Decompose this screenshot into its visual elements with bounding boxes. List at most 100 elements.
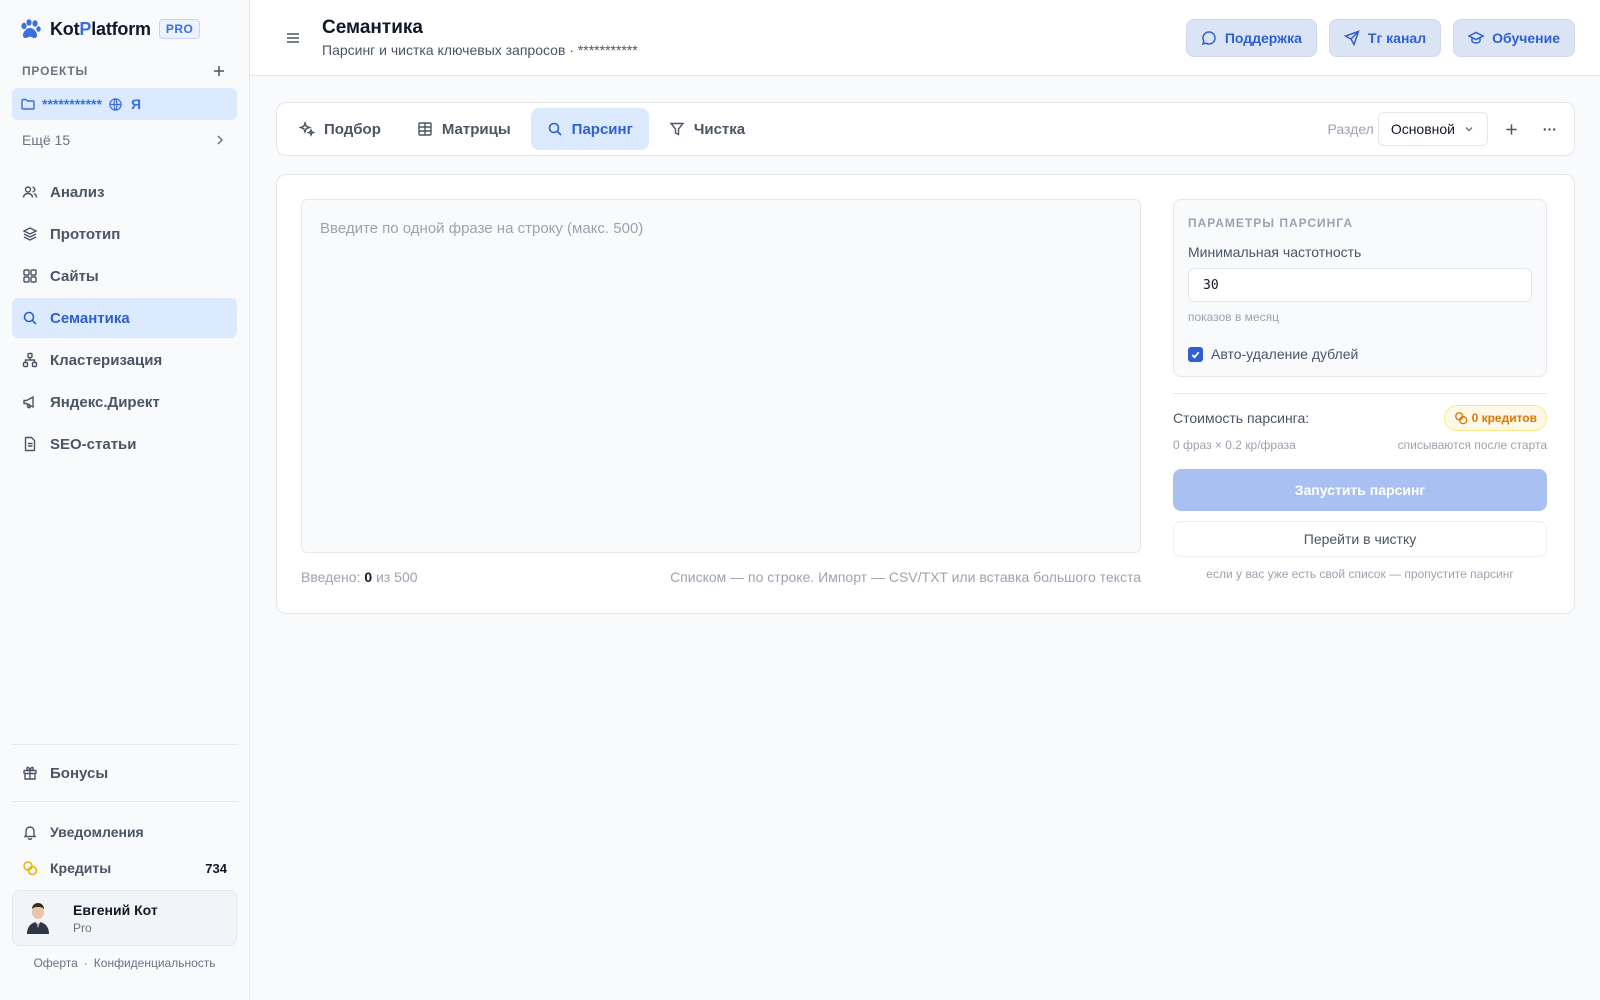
sidebar-item-label: Анализ bbox=[50, 183, 105, 201]
section-select[interactable]: Основной bbox=[1377, 112, 1488, 146]
parsing-card: Введите по одной фразе на строку (макс. … bbox=[276, 174, 1575, 614]
avatar bbox=[25, 902, 51, 934]
offer-link[interactable]: Оферта bbox=[33, 956, 77, 970]
user-card[interactable]: Евгений Кот Pro bbox=[12, 890, 237, 946]
sidebar-item-label: Яндекс.Директ bbox=[50, 393, 160, 411]
sidebar-item-bonuses[interactable]: Бонусы bbox=[12, 753, 237, 793]
start-parsing-button[interactable]: Запустить парсинг bbox=[1173, 469, 1547, 511]
add-project-icon[interactable] bbox=[211, 63, 227, 79]
min-frequency-value: 30 bbox=[1203, 277, 1219, 293]
tab-matrices[interactable]: Матрицы bbox=[401, 108, 527, 150]
add-section-button[interactable] bbox=[1492, 112, 1530, 146]
tabs-right: Раздел Основной bbox=[1328, 112, 1568, 146]
tab-parsing[interactable]: Парсинг bbox=[530, 108, 649, 150]
content: Подбор Матрицы Парсинг Чистка Раздел Осн… bbox=[250, 76, 1600, 614]
plus-icon bbox=[1505, 123, 1517, 135]
sidebar-item-clustering[interactable]: Кластеризация bbox=[12, 340, 237, 380]
footer-links: Оферта · Конфиденциальность bbox=[12, 956, 237, 970]
sidebar-item-seo-articles[interactable]: SEO-статьи bbox=[12, 424, 237, 464]
parsing-params: ПАРАМЕТРЫ ПАРСИНГА Минимальная частотнос… bbox=[1173, 199, 1547, 377]
avatar-image bbox=[27, 903, 49, 934]
learning-button[interactable]: Обучение bbox=[1453, 18, 1575, 57]
main-area: Семантика Парсинг и чистка ключевых запр… bbox=[250, 0, 1600, 1000]
more-horizontal-icon bbox=[1543, 127, 1555, 131]
projects-label: ПРОЕКТЫ bbox=[22, 64, 89, 78]
params-title: ПАРАМЕТРЫ ПАРСИНГА bbox=[1188, 216, 1353, 230]
go-to-cleaning-help: если у вас уже есть свой список — пропус… bbox=[1206, 567, 1514, 581]
dedupe-label: Авто-удаление дублей bbox=[1211, 346, 1359, 362]
project-item-active[interactable]: *********** Я bbox=[12, 88, 237, 120]
entered-count: 0 bbox=[364, 569, 373, 585]
sidebar-item-label: Бонусы bbox=[50, 764, 109, 782]
grid-icon bbox=[23, 269, 37, 283]
dedupe-option[interactable]: Авто-удаление дублей bbox=[1188, 346, 1532, 362]
cost-badge: 0 кредитов bbox=[1443, 405, 1547, 431]
app-root: KotPlatform PRO ПРОЕКТЫ *********** Я Ещ… bbox=[0, 0, 1600, 1000]
divider bbox=[1173, 393, 1547, 394]
sparkles-icon bbox=[299, 121, 315, 137]
sidebar-item-label: Кластеризация bbox=[50, 351, 163, 369]
more-projects[interactable]: Ещё 15 bbox=[12, 120, 237, 160]
textarea-footer: Введено: 0 из 500 Списком — по строке. И… bbox=[301, 569, 1141, 585]
user-info: Евгений Кот Pro bbox=[73, 902, 158, 935]
search-engine-badge: Я bbox=[130, 96, 141, 112]
logo[interactable]: KotPlatform PRO bbox=[12, 0, 237, 58]
dedupe-checkbox[interactable] bbox=[1188, 346, 1203, 362]
min-frequency-input[interactable]: 30 bbox=[1188, 268, 1532, 302]
cluster-icon bbox=[22, 352, 38, 368]
cost-details: 0 фраз × 0.2 кр/фраза списываются после … bbox=[1173, 438, 1547, 452]
hamburger-menu-icon[interactable] bbox=[284, 29, 302, 47]
credits-item[interactable]: Кредиты 734 bbox=[12, 850, 237, 886]
project-name: *********** bbox=[42, 96, 102, 112]
support-label: Поддержка bbox=[1224, 29, 1302, 46]
pro-badge: PRO bbox=[158, 19, 201, 39]
privacy-link[interactable]: Конфиденциальность bbox=[94, 956, 216, 970]
tab-label: Матрицы bbox=[441, 120, 511, 138]
sidebar-item-sites[interactable]: Сайты bbox=[12, 256, 237, 296]
sidebar-bottom: Бонусы Уведомления Кредиты 734 Евгений К… bbox=[12, 744, 237, 970]
go-to-cleaning-button[interactable]: Перейти в чистку bbox=[1173, 521, 1547, 557]
sidebar-item-analysis[interactable]: Анализ bbox=[12, 172, 237, 212]
tab-label: Чистка bbox=[693, 120, 746, 138]
cost-row: Стоимость парсинга: 0 кредитов bbox=[1173, 405, 1547, 431]
cost-note: списываются после старта bbox=[1397, 438, 1547, 452]
notifications-label: Уведомления bbox=[50, 824, 144, 840]
search-icon bbox=[548, 122, 562, 136]
more-projects-label: Ещё 15 bbox=[22, 132, 71, 148]
cost-formula: 0 фраз × 0.2 кр/фраза bbox=[1173, 438, 1296, 452]
learning-label: Обучение bbox=[1492, 29, 1560, 46]
checkmark-icon bbox=[1191, 351, 1200, 359]
sidebar-item-yandex-direct[interactable]: Яндекс.Директ bbox=[12, 382, 237, 422]
gift-icon bbox=[23, 766, 37, 780]
chevron-down-icon bbox=[1465, 127, 1473, 132]
layers-icon bbox=[22, 227, 38, 241]
graduation-cap-icon bbox=[1468, 31, 1485, 44]
tab-label: Парсинг bbox=[571, 120, 633, 138]
document-icon bbox=[24, 436, 36, 452]
folder-icon bbox=[21, 98, 35, 110]
title-block: Семантика Парсинг и чистка ключевых запр… bbox=[322, 17, 638, 58]
cost-label: Стоимость парсинга: bbox=[1173, 410, 1310, 426]
notifications-item[interactable]: Уведомления bbox=[12, 814, 237, 850]
tab-selection[interactable]: Подбор bbox=[283, 108, 397, 150]
more-options-button[interactable] bbox=[1530, 112, 1568, 146]
projects-header: ПРОЕКТЫ bbox=[12, 59, 237, 83]
telegram-label: Tг канал bbox=[1367, 29, 1427, 46]
textarea-placeholder: Введите по одной фразе на строку (макс. … bbox=[320, 220, 644, 237]
sidebar-item-prototype[interactable]: Прототип bbox=[12, 214, 237, 254]
support-button[interactable]: Поддержка bbox=[1185, 18, 1317, 57]
sidebar-item-semantics[interactable]: Семантика bbox=[12, 298, 237, 338]
divider bbox=[12, 744, 237, 745]
megaphone-icon bbox=[23, 395, 34, 409]
credits-label: Кредиты bbox=[50, 860, 112, 876]
phrases-textarea[interactable]: Введите по одной фразе на строку (макс. … bbox=[301, 199, 1141, 553]
credits-count: 734 bbox=[205, 860, 227, 876]
sidebar-nav: Анализ Прототип Сайты Семантика Кластери… bbox=[12, 172, 237, 464]
topbar: Семантика Парсинг и чистка ключевых запр… bbox=[250, 0, 1600, 76]
telegram-button[interactable]: Tг канал bbox=[1328, 18, 1442, 57]
tab-cleaning[interactable]: Чистка bbox=[653, 108, 761, 150]
page-title: Семантика bbox=[322, 17, 423, 38]
user-plan: Pro bbox=[73, 920, 92, 935]
tab-label: Подбор bbox=[324, 120, 381, 138]
chat-bubble-icon bbox=[1201, 30, 1216, 45]
